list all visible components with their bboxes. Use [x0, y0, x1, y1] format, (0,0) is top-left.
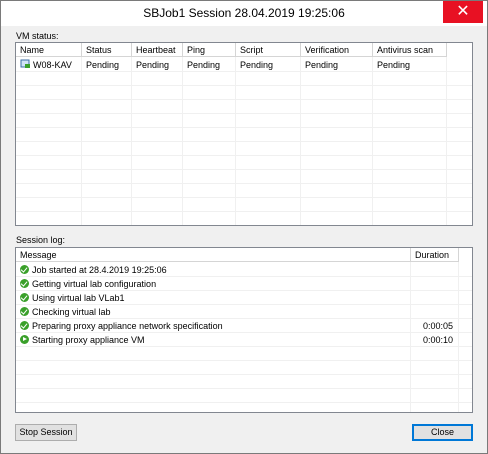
success-icon — [20, 279, 29, 288]
grid-row-line — [16, 99, 472, 100]
log-column-header[interactable]: Duration — [411, 248, 459, 262]
grid-row-line — [16, 374, 472, 375]
log-message-cell[interactable]: Checking virtual lab — [16, 305, 411, 319]
cell-text: W08-KAV — [33, 60, 72, 70]
running-icon — [20, 335, 29, 344]
vm-name-cell[interactable]: W08-KAV — [16, 58, 82, 72]
log-duration-cell[interactable] — [419, 263, 459, 277]
session-log-table[interactable]: Message Duration Job started at 28.4.2019 … — [15, 247, 473, 413]
grid-row-line — [16, 113, 472, 114]
grid-row-line — [16, 127, 472, 128]
log-message-cell[interactable]: Using virtual lab VLab1 — [16, 291, 411, 305]
log-message-text: Checking virtual lab — [32, 307, 111, 317]
grid-row-line — [16, 360, 472, 361]
log-message-text: Getting virtual lab configuration — [32, 279, 157, 289]
log-duration-cell[interactable] — [419, 277, 459, 291]
cell-text: Pending — [377, 60, 411, 70]
vm-status-cell[interactable]: Pending — [373, 58, 447, 72]
session-window: SBJob1 Session 28.04.2019 19:25:06 ✕ VM … — [0, 0, 488, 454]
cell-text: Pending — [136, 60, 170, 70]
log-message-text: Starting proxy appliance VM — [32, 335, 145, 345]
log-message-cell[interactable]: Starting proxy appliance VM — [16, 333, 411, 347]
vm-status-cell[interactable]: Pending — [301, 58, 373, 72]
grid-row-line — [16, 197, 472, 198]
log-message-text: Job started at 28.4.2019 19:25:06 — [32, 265, 167, 275]
vm-status-cell[interactable]: Pending — [236, 58, 301, 72]
vm-column-header[interactable]: Status — [82, 43, 132, 57]
grid-row-line — [16, 141, 472, 142]
grid-row-line — [16, 155, 472, 156]
vm-status-table[interactable]: Name Status Heartbeat Ping Script Verificatio… — [15, 42, 473, 226]
success-icon — [20, 293, 29, 302]
log-message-text: Preparing proxy appliance network specif… — [32, 321, 223, 331]
cell-text: Pending — [240, 60, 274, 70]
title-bar: SBJob1 Session 28.04.2019 19:25:06 ✕ — [1, 1, 487, 26]
window-title: SBJob1 Session 28.04.2019 19:25:06 — [143, 6, 345, 20]
log-message-cell[interactable]: Job started at 28.4.2019 19:25:06 — [16, 263, 411, 277]
cell-text: Pending — [187, 60, 221, 70]
grid-row-line — [16, 169, 472, 170]
session-log-label: Session log: — [16, 235, 66, 245]
log-duration-cell[interactable] — [419, 291, 459, 305]
log-message-text: Using virtual lab VLab1 — [32, 293, 125, 303]
grid-row-line — [16, 85, 472, 86]
success-icon — [20, 321, 29, 330]
close-button[interactable]: Close — [412, 424, 473, 441]
vm-column-header[interactable]: Script — [236, 43, 301, 57]
grid-row-line — [16, 183, 472, 184]
grid-row-line — [16, 211, 472, 212]
log-column-header[interactable]: Message — [16, 248, 411, 262]
success-icon — [20, 265, 29, 274]
vm-icon — [20, 59, 30, 68]
vm-status-label: VM status: — [16, 31, 59, 41]
success-icon — [20, 307, 29, 316]
stop-session-button[interactable]: Stop Session — [15, 424, 77, 441]
grid-row-line — [16, 388, 472, 389]
vm-column-header[interactable]: Verification — [301, 43, 373, 57]
vm-column-header[interactable]: Antivirus scan — [373, 43, 447, 57]
log-duration-cell[interactable] — [419, 305, 459, 319]
vm-status-cell[interactable]: Pending — [183, 58, 236, 72]
vm-column-header[interactable]: Ping — [183, 43, 236, 57]
window-close-icon[interactable]: ✕ — [443, 1, 483, 23]
log-duration-cell[interactable]: 0:00:05 — [419, 319, 459, 333]
vm-column-header[interactable]: Heartbeat — [132, 43, 183, 57]
log-duration-cell[interactable]: 0:00:10 — [419, 333, 459, 347]
log-message-cell[interactable]: Getting virtual lab configuration — [16, 277, 411, 291]
grid-row-line — [16, 402, 472, 403]
log-message-cell[interactable]: Preparing proxy appliance network specif… — [16, 319, 411, 333]
cell-text: Pending — [305, 60, 339, 70]
vm-column-header[interactable]: Name — [16, 43, 82, 57]
grid-row-line — [16, 225, 472, 226]
vm-status-cell[interactable]: Pending — [82, 58, 132, 72]
cell-text: Pending — [86, 60, 120, 70]
vm-status-cell[interactable]: Pending — [132, 58, 183, 72]
